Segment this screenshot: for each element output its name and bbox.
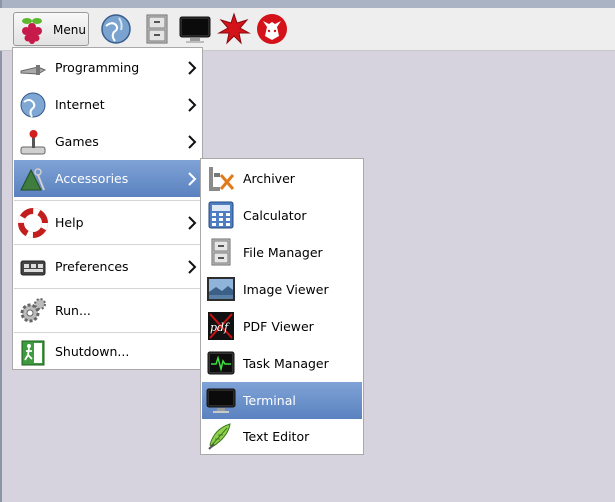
menu-item-label: Games <box>55 134 99 149</box>
chevron-right-icon <box>188 216 197 230</box>
svg-text:pdf: pdf <box>210 321 230 334</box>
image-viewer-icon <box>207 277 235 301</box>
lifebuoy-icon <box>18 208 48 238</box>
submenu-item-label: Archiver <box>243 171 295 186</box>
wolfram-language-icon[interactable] <box>255 12 289 46</box>
shutdown-exit-icon <box>21 340 45 366</box>
menu-item-label: Accessories <box>55 171 129 186</box>
menu-item-label: Preferences <box>55 259 129 274</box>
terminal-icon[interactable] <box>178 12 212 46</box>
pdf-viewer-icon: pdf <box>208 312 234 340</box>
menu-item-accessories[interactable]: Accessories <box>14 160 201 197</box>
accessories-icon <box>20 168 45 191</box>
submenu-item-label: Task Manager <box>243 356 329 371</box>
archiver-icon <box>209 167 235 191</box>
menu-item-label: Programming <box>55 60 140 75</box>
title-strip <box>0 0 615 8</box>
menu-separator <box>14 332 201 333</box>
submenu-item-pdf-viewer[interactable]: pdf PDF Viewer <box>202 308 362 345</box>
menu-item-help[interactable]: Help <box>14 203 201 243</box>
raspberry-icon <box>22 18 42 44</box>
joystick-icon <box>20 130 46 155</box>
menu-button-label: Menu <box>53 23 86 37</box>
wolfram-mathematica-icon[interactable] <box>217 12 251 46</box>
internet-globe-icon <box>20 92 46 118</box>
submenu-item-image-viewer[interactable]: Image Viewer <box>202 271 362 308</box>
accessories-submenu: Archiver Calculator File Manager Image V… <box>200 158 364 455</box>
programming-icon <box>20 65 47 75</box>
chevron-right-icon <box>188 98 197 112</box>
file-manager-icon <box>211 238 231 266</box>
submenu-item-calculator[interactable]: Calculator <box>202 197 362 234</box>
terminal-icon <box>206 388 236 413</box>
submenu-item-label: Image Viewer <box>243 282 329 297</box>
submenu-item-label: Text Editor <box>243 429 310 444</box>
menu-item-label: Internet <box>55 97 105 112</box>
taskbar-panel <box>0 8 615 51</box>
task-manager-icon <box>207 351 235 375</box>
menu-item-internet[interactable]: Internet <box>14 86 201 123</box>
submenu-item-text-editor[interactable]: Text Editor <box>202 419 362 454</box>
menu-separator <box>14 200 201 201</box>
menu-item-run[interactable]: Run... <box>14 291 201 331</box>
menu-separator <box>14 288 201 289</box>
run-gears-icon <box>20 298 46 323</box>
chevron-right-icon <box>188 61 197 75</box>
menu-item-games[interactable]: Games <box>14 123 201 160</box>
menu-separator <box>14 244 201 245</box>
screen-edge <box>0 0 2 502</box>
chevron-right-icon <box>188 260 197 274</box>
file-manager-icon[interactable] <box>140 12 174 46</box>
text-editor-icon <box>208 423 231 450</box>
chevron-right-icon <box>188 135 197 149</box>
menu-item-programming[interactable]: Programming <box>14 49 201 86</box>
chevron-right-icon <box>188 172 197 186</box>
submenu-item-label: Terminal <box>243 393 296 408</box>
preferences-icon <box>20 260 46 276</box>
calculator-icon <box>208 201 234 229</box>
main-menu: Programming Internet Games Accessories H… <box>12 47 203 370</box>
submenu-item-archiver[interactable]: Archiver <box>202 160 362 197</box>
submenu-item-terminal[interactable]: Terminal <box>202 382 362 419</box>
submenu-item-label: Calculator <box>243 208 307 223</box>
web-browser-icon[interactable] <box>99 12 133 46</box>
menu-item-preferences[interactable]: Preferences <box>14 247 201 287</box>
submenu-item-file-manager[interactable]: File Manager <box>202 234 362 271</box>
menu-button[interactable]: Menu <box>13 12 89 46</box>
submenu-item-label: PDF Viewer <box>243 319 314 334</box>
menu-item-label: Shutdown... <box>55 344 130 359</box>
menu-item-shutdown[interactable]: Shutdown... <box>14 335 201 369</box>
submenu-item-label: File Manager <box>243 245 323 260</box>
menu-item-label: Help <box>55 215 84 230</box>
menu-item-label: Run... <box>55 303 91 318</box>
submenu-item-task-manager[interactable]: Task Manager <box>202 345 362 382</box>
